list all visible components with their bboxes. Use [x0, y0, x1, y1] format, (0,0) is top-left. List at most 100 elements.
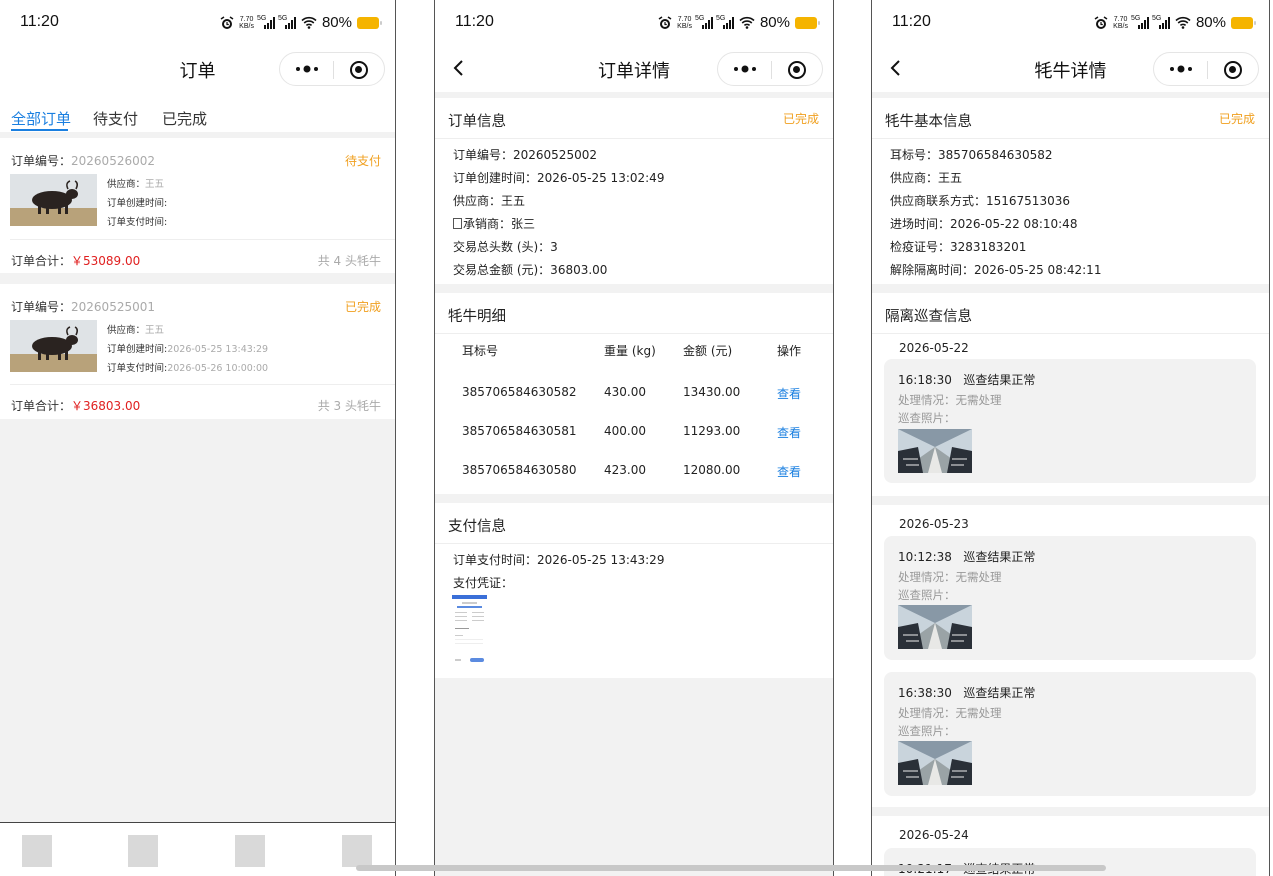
supplier-line: 供应商：王五 — [890, 171, 963, 185]
supplier-value: 王五 — [145, 179, 165, 190]
pay-time-line: 订单支付时间:2026-05-26 10:00:00 — [107, 360, 268, 374]
yak-count: 共 3 头牦牛 — [317, 399, 381, 413]
order-tabs: 全部订单 待支付 已完成 — [0, 92, 395, 132]
patrol-date: 2026-05-23 — [899, 517, 969, 531]
create-time-line: 订单创建时间:2026-05-25 13:43:29 — [107, 341, 268, 355]
signal-2-icon: 5G — [1151, 14, 1170, 29]
tab-all-orders[interactable]: 全部订单 — [11, 108, 71, 129]
signal-2-label: 5G — [715, 14, 726, 22]
patrol-time: 16:38:30 — [898, 686, 952, 700]
orders-list-screen: 11:20 7.70 KB/s 5G 5G 80% 订单 全部订单 待支付 已完成… — [0, 0, 396, 876]
close-miniprogram-icon[interactable] — [1224, 61, 1242, 79]
order-number: 订单编号：20260525001 — [11, 298, 155, 315]
col-header-amount: 金额 (元) — [683, 344, 733, 358]
more-icon[interactable] — [1168, 63, 1194, 75]
total-amount-line: 交易总金额 (元)：36803.00 — [453, 263, 608, 277]
view-link[interactable]: 查看 — [777, 424, 801, 441]
net-speed-value: 7.70 — [677, 15, 692, 23]
alarm-icon — [1094, 15, 1108, 29]
supplier-line: 供应商：王五 — [453, 194, 526, 208]
bottom-tab-2-icon[interactable] — [128, 835, 158, 867]
patrol-section: 隔离巡查信息 2026-05-22 16:18:30 巡查结果正常 处理情况：无… — [872, 293, 1269, 496]
patrol-record: 10:21:17 巡查结果正常 — [884, 848, 1256, 876]
create-time-label: 订单创建时间: — [107, 344, 168, 355]
photo-label: 巡查照片： — [898, 724, 956, 738]
section-title: 牦牛基本信息 — [885, 114, 972, 130]
payment-voucher-image[interactable] — [452, 595, 487, 665]
order-card[interactable]: 订单编号：20260525001 已完成 供应商：王五 订单创建时间:2026-… — [0, 284, 395, 419]
row-weight: 430.00 — [604, 385, 646, 399]
patrol-photo[interactable] — [898, 605, 972, 649]
order-total-value: ￥53089.00 — [71, 254, 141, 268]
section-divider — [872, 333, 1269, 334]
pay-time-value: 2026-05-26 10:00:00 — [167, 363, 269, 374]
view-link[interactable]: 查看 — [777, 463, 801, 480]
battery-percent: 80% — [321, 14, 352, 31]
section-divider — [435, 333, 833, 334]
section-title: 支付信息 — [448, 519, 506, 535]
patrol-photo[interactable] — [898, 741, 972, 785]
create-time-line: 订单创建时间: — [107, 195, 167, 209]
supplier-line: 供应商：王五 — [107, 322, 164, 336]
handle-status: 处理情况：无需处理 — [898, 706, 1002, 720]
patrol-record: 10:12:38 巡查结果正常 处理情况：无需处理 巡查照片： — [884, 536, 1256, 660]
tab-completed[interactable]: 已完成 — [162, 108, 207, 129]
col-header-action: 操作 — [777, 344, 802, 358]
system-icons: 7.70 KB/s 5G 5G 80% — [1094, 14, 1256, 31]
order-card[interactable]: 订单编号：20260526002 待支付 供应商：王五 订单创建时间: 订单支付… — [0, 138, 395, 273]
handle-status: 处理情况：无需处理 — [898, 393, 1002, 407]
entry-time-line: 进场时间：2026-05-22 08:10:48 — [890, 217, 1078, 231]
nav-bar: 牦牛详情 — [872, 44, 1269, 92]
order-total-label: 订单合计： — [11, 399, 72, 413]
signal-1-icon: 5G — [695, 15, 713, 29]
close-miniprogram-icon[interactable] — [350, 61, 368, 79]
more-icon[interactable] — [294, 63, 320, 75]
signal-2-label: 5G — [1151, 14, 1162, 22]
close-miniprogram-icon[interactable] — [788, 61, 806, 79]
patrol-photo[interactable] — [898, 429, 972, 473]
photo-label: 巡查照片： — [898, 588, 956, 602]
miniprogram-capsule — [279, 52, 385, 86]
tab-pending-payment[interactable]: 待支付 — [93, 108, 138, 129]
status-bar: 11:20 7.70 KB/s 5G 5G 80% — [435, 0, 833, 44]
row-amount: 11293.00 — [683, 424, 741, 438]
supplier-label: 供应商： — [107, 179, 146, 190]
net-speed-value: 7.70 — [239, 15, 254, 23]
order-info-section: 订单信息 已完成 订单编号：20260525002 订单创建时间：2026-05… — [435, 98, 833, 284]
signal-1-label: 5G — [1130, 14, 1141, 22]
section-title: 订单信息 — [448, 114, 506, 130]
horizontal-scrollbar[interactable] — [356, 865, 1106, 871]
alarm-icon — [658, 15, 672, 29]
supplier-line: 供应商：王五 — [107, 176, 164, 190]
patrol-time-result: 16:38:30 巡查结果正常 — [898, 684, 1035, 701]
patrol-time: 10:12:38 — [898, 550, 952, 564]
signal-2-icon: 5G — [277, 14, 296, 29]
miniprogram-capsule — [1153, 52, 1259, 86]
capsule-divider — [1207, 61, 1208, 79]
order-status: 待支付 — [344, 154, 381, 168]
wifi-icon — [1175, 16, 1191, 29]
row-amount: 12080.00 — [683, 463, 741, 477]
total-head-line: 交易总头数 (头)：3 — [453, 240, 558, 254]
bottom-tab-4-icon[interactable] — [342, 835, 372, 867]
miniprogram-capsule — [717, 52, 823, 86]
handle-status: 处理情况：无需处理 — [898, 570, 1002, 584]
signal-2-label: 5G — [277, 14, 288, 22]
underwriter-line: 承销商：张三 — [453, 215, 535, 232]
signal-1-icon: 5G — [256, 14, 275, 29]
nav-bar: 订单详情 — [435, 44, 833, 92]
system-icons: 7.70 KB/s 5G 5G 80% — [658, 14, 820, 31]
net-speed-unit: KB/s — [677, 22, 692, 30]
bottom-tab-3-icon[interactable] — [235, 835, 265, 867]
net-speed: 7.70 KB/s — [239, 16, 254, 30]
status-time: 11:20 — [455, 13, 494, 30]
status-bar: 11:20 7.70 KB/s 5G 5G 80% — [872, 0, 1269, 44]
bottom-tab-1-icon[interactable] — [22, 835, 52, 867]
create-time-value: 2026-05-25 13:43:29 — [167, 344, 269, 355]
signal-1-label: 5G — [256, 14, 267, 22]
section-title: 隔离巡查信息 — [885, 309, 972, 325]
more-icon[interactable] — [732, 63, 758, 75]
view-link[interactable]: 查看 — [777, 385, 801, 402]
wifi-icon — [301, 16, 317, 29]
order-number: 订单编号：20260526002 — [11, 152, 155, 169]
